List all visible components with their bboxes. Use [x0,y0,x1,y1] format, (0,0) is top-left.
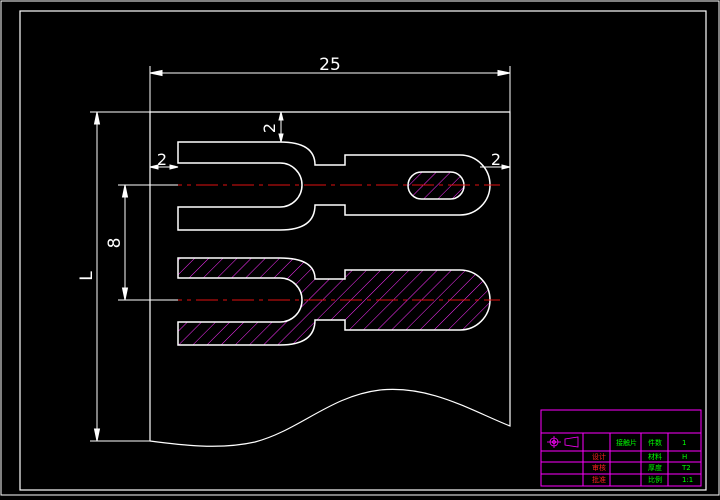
tb-label-check: 审核 [592,463,606,472]
tb-part-name: 接触片 [616,438,637,447]
dim-width-text: 25 [319,55,341,75]
dim-right-margin-text: 2 [491,150,501,169]
tb-label-count: 件数 [648,438,662,447]
tb-label-material: 材料 [648,452,662,461]
tb-value-material: H [682,453,687,461]
dim-length-text: L [77,271,97,281]
dim-length [90,111,150,442]
tb-value-thickness: T2 [681,464,691,472]
lower-blank-hatched [177,257,491,346]
dim-tab-top-text: 2 [260,123,279,133]
tb-label-approve: 批准 [592,475,606,484]
dim-pitch [118,184,178,301]
tb-value-count: 1 [682,439,686,447]
projection-symbol-icon [547,436,579,448]
dim-pitch-text: 8 [105,238,125,249]
tb-label-thickness: 厚度 [648,463,662,472]
dim-left-margin-text: 2 [157,150,167,169]
tb-value-scale: 1:1 [682,476,693,484]
inner-frame [19,10,707,491]
tb-label-design: 设计 [592,452,606,461]
dim-tab-top [278,111,284,143]
title-block [540,409,702,487]
drawing-canvas: 25 2 2 2 8 L 接触片 件数 1 材料 H 厚度 T2 比例 1:1 … [0,0,720,496]
tb-label-scale: 比例 [648,475,662,484]
